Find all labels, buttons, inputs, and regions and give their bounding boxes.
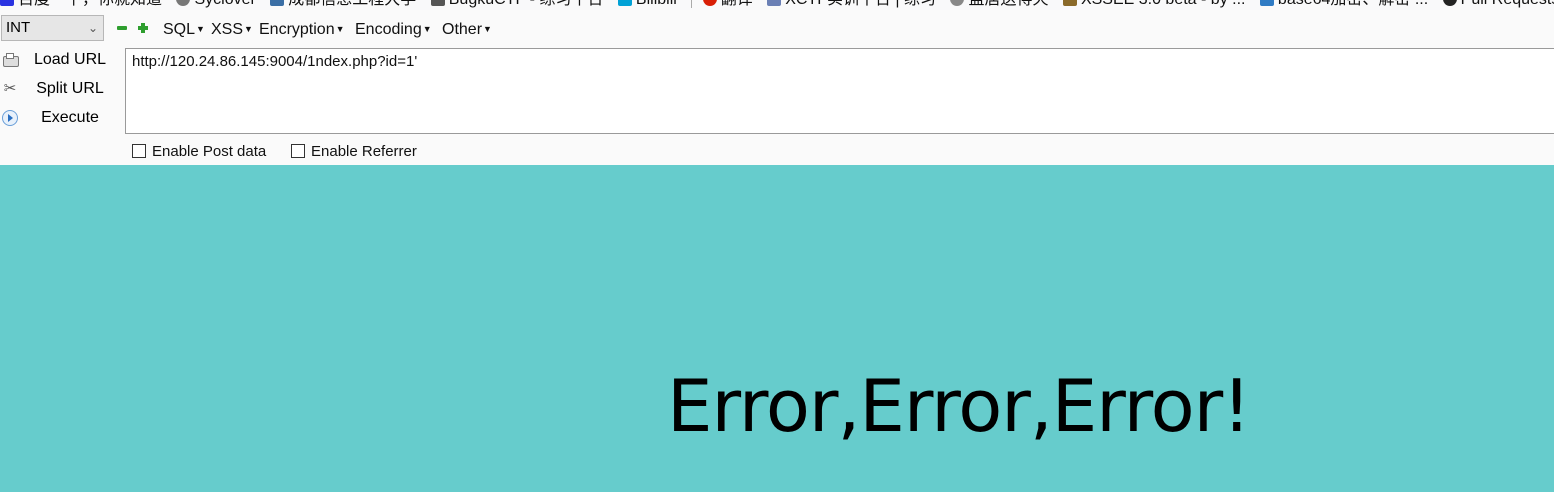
bookmark-bilibili[interactable]: Bilibili [617, 0, 677, 10]
xssee-icon [1062, 0, 1077, 6]
bookmark-base64[interactable]: base64加密、解密 ... [1259, 0, 1428, 10]
bookmark-baidu[interactable]: 百度一下，你就知道 [0, 0, 162, 10]
checkbox-box[interactable] [132, 144, 146, 158]
hackbar-toolbar: INT ⌄ SQL▼ XSS▼ Encryption▼ Encoding▼ Ot… [0, 14, 1554, 44]
bilibili-icon [617, 0, 632, 6]
star-icon [950, 0, 965, 6]
checkbox-box[interactable] [291, 144, 305, 158]
increase-icon[interactable] [138, 23, 148, 33]
error-message: Error,Error,Error! [667, 364, 1251, 448]
page-content: Error,Error,Error! [0, 165, 1554, 492]
baidu-icon [0, 0, 14, 6]
menu-encoding[interactable]: Encoding▼ [355, 19, 432, 40]
bookmark-xctf[interactable]: XCTF实训平台 | 练习 [767, 0, 936, 10]
hackbar-panel: INT ⌄ SQL▼ XSS▼ Encryption▼ Encoding▼ Ot… [0, 10, 1554, 165]
globe-icon [176, 0, 191, 6]
bookmark-cuit[interactable]: 成都信息工程大学 [270, 0, 416, 10]
dropdown-caret-icon: ▼ [422, 24, 432, 34]
split-url-button[interactable]: ✂ Split URL [0, 76, 115, 102]
bookmark-xssee[interactable]: XSSEE 3.0 beta - by ... [1062, 0, 1245, 10]
decrease-icon[interactable] [117, 23, 127, 33]
enable-referrer-checkbox[interactable]: Enable Referrer [291, 143, 417, 161]
bookmarks-toolbar: 百度一下，你就知道 Syclover 成都信息工程大学 BugkuCTF - 练… [0, 0, 1554, 10]
enable-post-data-checkbox[interactable]: Enable Post data [132, 143, 266, 161]
base64-icon [1259, 0, 1274, 6]
bookmark-star[interactable]: 盖居送得天 [950, 0, 1048, 10]
bugku-icon [430, 0, 445, 6]
xctf-icon [767, 0, 782, 6]
bookmark-bugku[interactable]: BugkuCTF - 练习平台 [430, 0, 603, 10]
dropdown-caret-icon: ▼ [244, 24, 253, 34]
menu-xss[interactable]: XSS▼ [211, 19, 253, 40]
menu-other[interactable]: Other▼ [442, 19, 492, 40]
execute-button[interactable]: Execute [0, 105, 115, 131]
menu-encryption[interactable]: Encryption▼ [259, 19, 345, 40]
url-textarea[interactable]: http://120.24.86.145:9004/1ndex.php?id=1… [125, 48, 1554, 134]
bookmark-separator [691, 0, 693, 8]
translate-icon [702, 0, 717, 6]
menu-sql[interactable]: SQL▼ [163, 19, 205, 40]
dropdown-caret-icon: ▼ [335, 24, 345, 34]
bookmark-pull-requests[interactable]: Pull Requests [1442, 0, 1554, 10]
load-url-button[interactable]: Load URL [0, 47, 115, 73]
chevron-down-icon: ⌄ [87, 21, 98, 35]
bookmark-translate[interactable]: 翻译 [702, 0, 753, 10]
bookmark-syclover[interactable]: Syclover [176, 0, 256, 10]
encoding-type-select[interactable]: INT ⌄ [1, 15, 104, 41]
dropdown-caret-icon: ▼ [483, 24, 492, 34]
github-icon [1442, 0, 1457, 6]
dropdown-caret-icon: ▼ [196, 24, 205, 34]
school-icon [270, 0, 285, 6]
